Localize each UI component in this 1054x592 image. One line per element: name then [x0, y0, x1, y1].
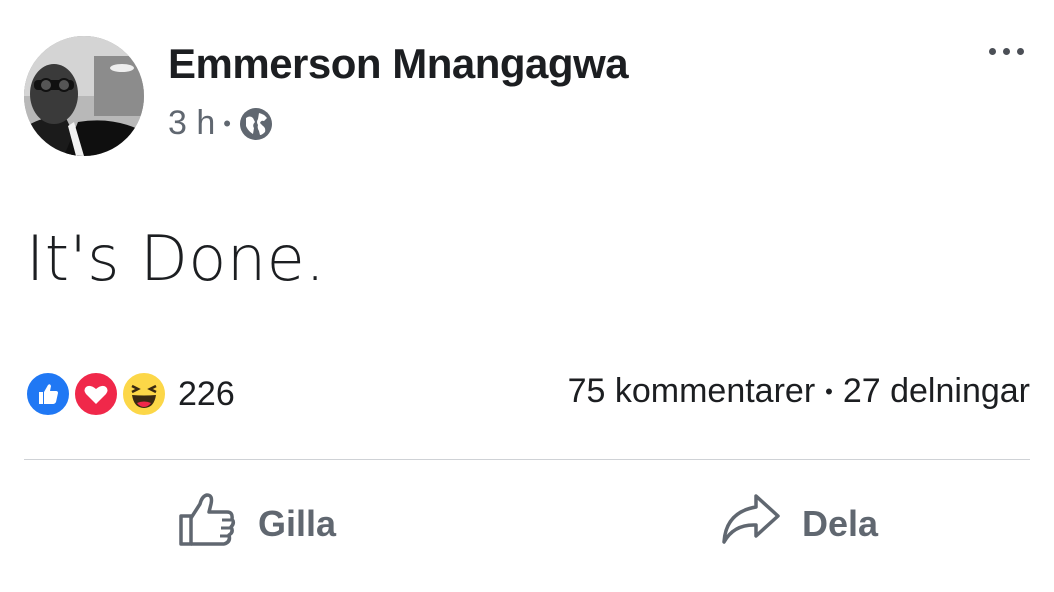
meta-separator: •: [223, 110, 231, 136]
like-icon: [24, 370, 72, 418]
haha-icon: [120, 370, 168, 418]
like-label: Gilla: [258, 502, 337, 544]
more-options-button[interactable]: [989, 48, 1024, 55]
post-time[interactable]: 3 h: [168, 104, 215, 143]
share-arrow-icon: [720, 492, 780, 555]
reaction-count: 226: [178, 374, 235, 413]
love-icon: [72, 370, 120, 418]
comments-count[interactable]: 75 kommentarer: [568, 372, 816, 411]
post-meta: 3 h •: [168, 104, 273, 143]
engagement-stats: 75 kommentarer • 27 delningar: [568, 372, 1030, 411]
post-text: It's Done.: [26, 222, 326, 295]
shares-count[interactable]: 27 delningar: [843, 372, 1030, 411]
avatar[interactable]: [24, 36, 144, 156]
divider: [24, 459, 1030, 460]
like-button[interactable]: Gilla: [178, 492, 336, 555]
dot-icon: [1003, 48, 1010, 55]
globe-icon[interactable]: [239, 107, 273, 141]
author-name[interactable]: Emmerson Mnangagwa: [168, 40, 629, 88]
dot-icon: [1017, 48, 1024, 55]
reactions-summary[interactable]: 226: [24, 370, 235, 418]
share-button[interactable]: Dela: [720, 492, 878, 555]
dot-icon: [989, 48, 996, 55]
profile-photo: [24, 36, 144, 156]
reaction-icons: [24, 370, 172, 418]
stats-separator: •: [825, 378, 833, 404]
share-label: Dela: [802, 502, 879, 544]
thumbs-up-icon: [178, 492, 236, 555]
